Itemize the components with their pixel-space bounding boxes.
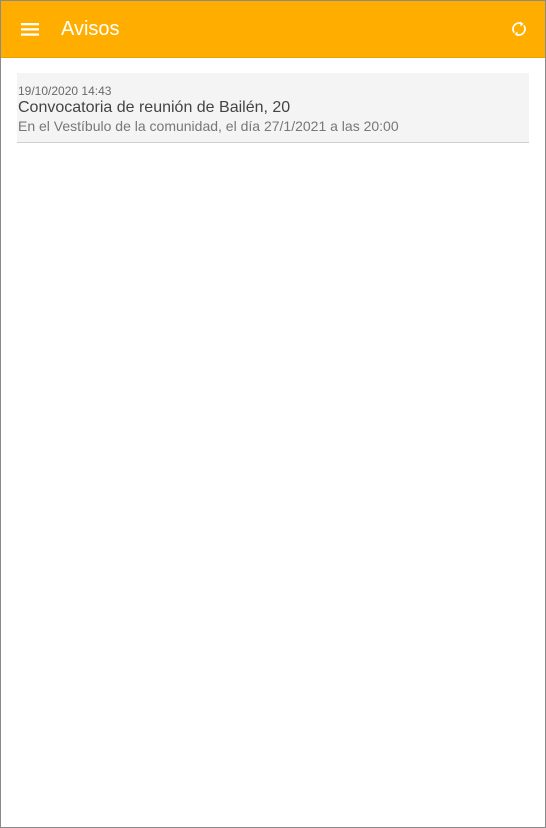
notice-body: En el Vestíbulo de la comunidad, el día … bbox=[18, 118, 399, 134]
hamburger-menu-icon bbox=[21, 23, 39, 36]
refresh-button[interactable] bbox=[507, 17, 531, 41]
page-title: Avisos bbox=[61, 18, 120, 40]
app-window: Avisos 19/10/2020 14:43 Convocatoria de … bbox=[0, 0, 546, 828]
notices-list: 19/10/2020 14:43 Convocatoria de reunión… bbox=[1, 58, 545, 827]
refresh-icon bbox=[512, 21, 526, 37]
notice-date: 19/10/2020 14:43 bbox=[18, 84, 112, 98]
notice-item[interactable]: 19/10/2020 14:43 Convocatoria de reunión… bbox=[17, 73, 529, 143]
notice-title: Convocatoria de reunión de Bailén, 20 bbox=[18, 99, 291, 116]
menu-button[interactable] bbox=[13, 13, 45, 45]
top-toolbar: Avisos bbox=[1, 1, 545, 58]
